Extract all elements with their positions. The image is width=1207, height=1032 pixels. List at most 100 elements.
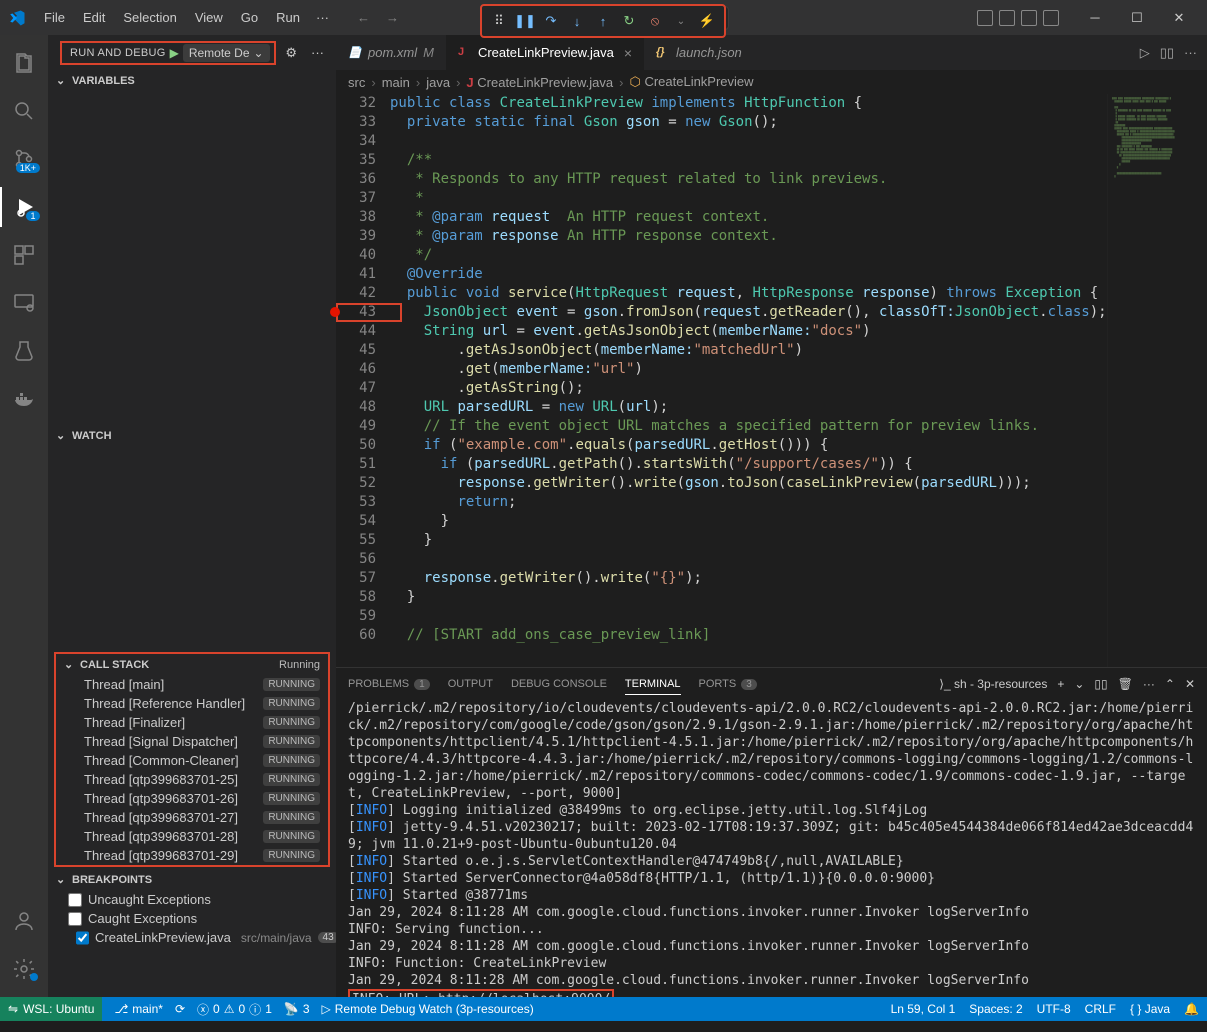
menu-go[interactable]: Go	[233, 6, 266, 29]
debug-more-icon[interactable]: ⌄	[670, 10, 692, 32]
thread-row[interactable]: Thread [Reference Handler]RUNNING	[56, 694, 328, 713]
close-tab-icon[interactable]: ×	[624, 45, 632, 61]
run-icon[interactable]: ▷	[1140, 45, 1150, 61]
breadcrumb-item[interactable]: main	[382, 75, 410, 90]
remote-icon[interactable]	[0, 283, 48, 323]
panel-tab-terminal[interactable]: TERMINAL	[625, 678, 681, 695]
menu-more-icon[interactable]: ···	[308, 6, 337, 29]
minimize-icon[interactable]: ─	[1075, 3, 1115, 33]
step-into-icon[interactable]: ↓	[566, 10, 588, 32]
breakpoint-dot-icon[interactable]	[330, 307, 340, 317]
eol[interactable]: CRLF	[1085, 1002, 1116, 1016]
debug-status[interactable]: ▷Remote Debug Watch (3p-resources)	[322, 1002, 534, 1016]
explorer-icon[interactable]	[0, 43, 48, 83]
variables-section[interactable]: ⌄VARIABLES	[48, 70, 336, 91]
layout-icon[interactable]	[977, 10, 993, 26]
terminal-dropdown-icon[interactable]: ⌄	[1074, 677, 1084, 691]
trash-icon[interactable]: 🗑	[1118, 677, 1133, 691]
breakpoint-row[interactable]: CreateLinkPreview.javasrc/main/java43	[48, 928, 336, 947]
language-mode[interactable]: { } Java	[1130, 1002, 1170, 1016]
search-icon[interactable]	[0, 91, 48, 131]
breadcrumb-item[interactable]: java	[426, 75, 450, 90]
menu-file[interactable]: File	[36, 6, 73, 29]
step-out-icon[interactable]: ↑	[592, 10, 614, 32]
callstack-section[interactable]: ⌄CALL STACKRunning	[56, 654, 328, 675]
split-terminal-icon[interactable]: ▯▯	[1094, 677, 1107, 691]
breadcrumb-item[interactable]: ⬡ CreateLinkPreview	[629, 74, 753, 90]
tab-CreateLinkPreview.java[interactable]: JCreateLinkPreview.java×	[446, 35, 644, 70]
tab-pom.xml[interactable]: 📄pom.xml M	[336, 35, 446, 70]
start-debug-icon[interactable]: ▶	[170, 46, 179, 60]
close-panel-icon[interactable]: ✕	[1185, 677, 1195, 691]
breakpoint-checkbox[interactable]	[68, 893, 82, 907]
source-control-icon[interactable]: 1K+	[0, 139, 48, 179]
breadcrumb-item[interactable]: src	[348, 75, 365, 90]
nav-forward-icon[interactable]: →	[382, 8, 403, 27]
close-icon[interactable]: ✕	[1159, 3, 1199, 33]
thread-row[interactable]: Thread [qtp399683701-25]RUNNING	[56, 770, 328, 789]
thread-row[interactable]: Thread [Common-Cleaner]RUNNING	[56, 751, 328, 770]
settings-gear-icon[interactable]	[0, 949, 48, 989]
nav-back-icon[interactable]: ←	[353, 8, 374, 27]
notifications-icon[interactable]: 🔔	[1184, 1002, 1199, 1016]
maximize-icon[interactable]: ☐	[1117, 3, 1157, 33]
docker-icon[interactable]	[0, 379, 48, 419]
more-icon[interactable]: ···	[1184, 45, 1197, 61]
watch-section[interactable]: ⌄WATCH	[48, 425, 336, 446]
thread-row[interactable]: Thread [qtp399683701-29]RUNNING	[56, 846, 328, 865]
breakpoints-section[interactable]: ⌄BREAKPOINTS	[48, 869, 336, 890]
layout-icon[interactable]	[999, 10, 1015, 26]
extensions-icon[interactable]	[0, 235, 48, 275]
disconnect-icon[interactable]: ⦸	[644, 10, 666, 32]
menu-selection[interactable]: Selection	[115, 6, 184, 29]
testing-icon[interactable]	[0, 331, 48, 371]
hot-reload-icon[interactable]: ⚡	[696, 10, 718, 32]
sync-icon[interactable]: ⟳	[175, 1002, 185, 1016]
panel-tab-output[interactable]: OUTPUT	[448, 678, 493, 690]
git-branch[interactable]: ⎇main*	[114, 1002, 163, 1016]
step-over-icon[interactable]: ↷	[540, 10, 562, 32]
new-terminal-icon[interactable]: +	[1057, 677, 1064, 691]
breakpoint-row[interactable]: Uncaught Exceptions	[48, 890, 336, 909]
indentation[interactable]: Spaces: 2	[969, 1002, 1022, 1016]
breadcrumb[interactable]: src›main›java›J CreateLinkPreview.java›⬡…	[336, 70, 1207, 94]
terminal-profile[interactable]: ⟩_ sh - 3p-resources	[939, 677, 1047, 691]
breadcrumb-item[interactable]: J CreateLinkPreview.java	[466, 75, 613, 90]
minimap[interactable]: ████ ████ ██████████████ ██████████ ████…	[1107, 94, 1207, 667]
cursor-position[interactable]: Ln 59, Col 1	[891, 1002, 956, 1016]
breakpoint-checkbox[interactable]	[76, 931, 89, 945]
debug-config-select[interactable]: Remote De ⌄	[183, 44, 270, 62]
layout-icon[interactable]	[1043, 10, 1059, 26]
gear-icon[interactable]: ⚙	[285, 45, 297, 61]
account-icon[interactable]	[0, 901, 48, 941]
run-debug-icon[interactable]: 1	[0, 187, 48, 227]
thread-row[interactable]: Thread [qtp399683701-28]RUNNING	[56, 827, 328, 846]
tab-launch.json[interactable]: {}launch.json	[644, 35, 754, 70]
drag-handle-icon[interactable]: ⠿	[488, 10, 510, 32]
menu-edit[interactable]: Edit	[75, 6, 113, 29]
menu-run[interactable]: Run	[268, 6, 308, 29]
chevron-up-icon[interactable]: ⌃	[1165, 677, 1175, 691]
panel-tab-problems[interactable]: PROBLEMS1	[348, 678, 430, 690]
more-icon[interactable]: ···	[1143, 677, 1155, 691]
panel-tab-ports[interactable]: PORTS3	[699, 678, 757, 690]
terminal-output[interactable]: /pierrick/.m2/repository/io/cloudevents/…	[336, 700, 1207, 997]
breakpoint-row[interactable]: Caught Exceptions	[48, 909, 336, 928]
split-icon[interactable]: ▯▯	[1160, 45, 1174, 61]
code-editor[interactable]: 3233343536373839404142434445464748495051…	[336, 94, 1207, 667]
more-icon[interactable]: ···	[311, 45, 324, 60]
thread-row[interactable]: Thread [qtp399683701-27]RUNNING	[56, 808, 328, 827]
panel-tab-debug console[interactable]: DEBUG CONSOLE	[511, 678, 607, 690]
thread-row[interactable]: Thread [Finalizer]RUNNING	[56, 713, 328, 732]
breakpoint-checkbox[interactable]	[68, 912, 82, 926]
pause-icon[interactable]: ❚❚	[514, 10, 536, 32]
restart-icon[interactable]: ↻	[618, 10, 640, 32]
thread-row[interactable]: Thread [qtp399683701-26]RUNNING	[56, 789, 328, 808]
layout-icon[interactable]	[1021, 10, 1037, 26]
thread-row[interactable]: Thread [Signal Dispatcher]RUNNING	[56, 732, 328, 751]
problems-status[interactable]: ⓧ 0 ⚠ 0 ⓘ 1	[197, 1001, 272, 1018]
encoding[interactable]: UTF-8	[1037, 1002, 1071, 1016]
remote-indicator[interactable]: ⇋WSL: Ubuntu	[0, 997, 102, 1021]
ports-status[interactable]: 📡3	[284, 1002, 310, 1016]
thread-row[interactable]: Thread [main]RUNNING	[56, 675, 328, 694]
